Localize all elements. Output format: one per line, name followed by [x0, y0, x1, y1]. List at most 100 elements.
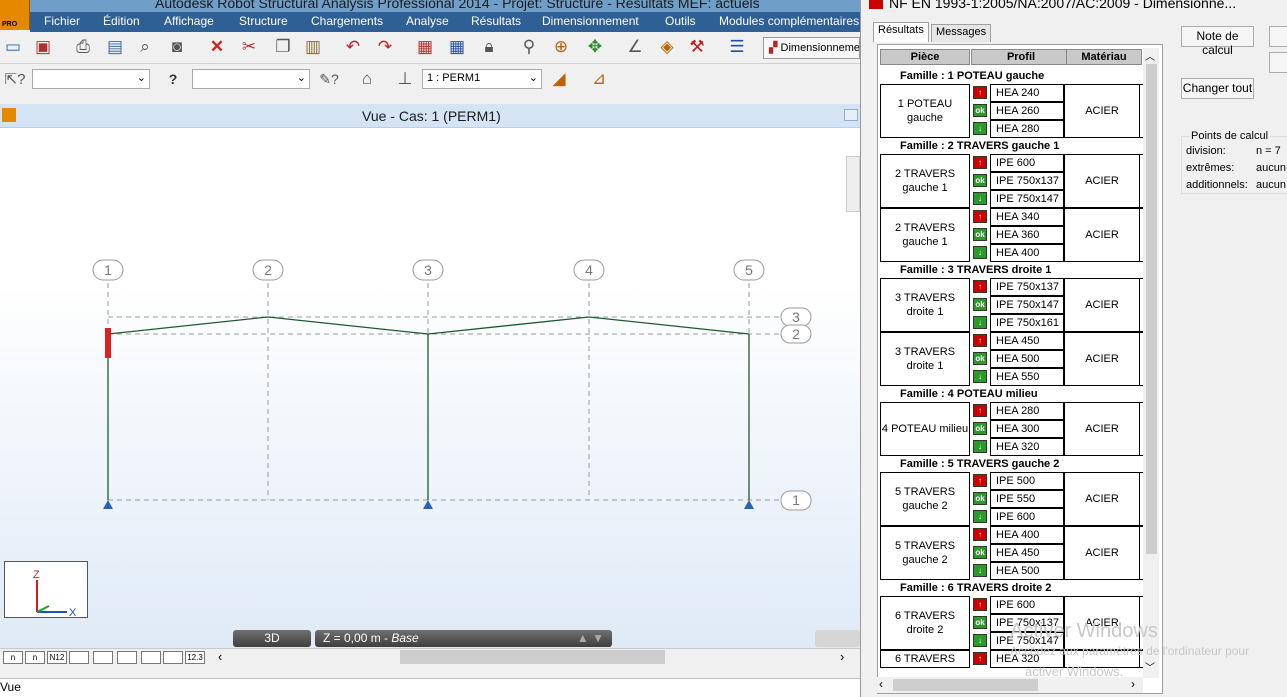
- ok-icon[interactable]: ok: [973, 422, 987, 435]
- arrow-up-icon[interactable]: ↑: [973, 404, 987, 417]
- delete-icon[interactable]: ✕: [206, 36, 228, 58]
- up-down-arrows-icon[interactable]: ▲ ▼: [577, 631, 604, 645]
- profile-cell[interactable]: IPE 750x147: [990, 190, 1064, 208]
- shapes-icon[interactable]: [163, 651, 183, 664]
- scroll-right-icon[interactable]: ›: [1131, 677, 1135, 691]
- book-icon[interactable]: ▤: [104, 36, 126, 58]
- profile-cell[interactable]: IPE 750x147: [990, 296, 1064, 314]
- piece-cell[interactable]: 1 POTEAU gauche: [880, 84, 970, 138]
- scroll-right-icon[interactable]: ›: [840, 649, 844, 664]
- robot-logo-icon[interactable]: PRO: [0, 0, 30, 30]
- table-icon[interactable]: ▦: [414, 36, 436, 58]
- arrow-up-icon[interactable]: ↑: [973, 280, 987, 293]
- print-icon[interactable]: ⎙: [72, 36, 94, 58]
- profile-cell[interactable]: HEA 360: [990, 226, 1064, 244]
- arrow-down-icon[interactable]: ↓: [973, 246, 987, 259]
- arrow-up-icon[interactable]: ↑: [973, 334, 987, 347]
- extra-button-2[interactable]: [1269, 52, 1287, 73]
- profile-cell[interactable]: HEA 500: [990, 350, 1064, 368]
- copy-icon[interactable]: ❐: [272, 36, 294, 58]
- profile-cell[interactable]: IPE 600: [990, 154, 1064, 172]
- piece-cell[interactable]: 2 TRAVERS gauche 1: [880, 154, 970, 208]
- list-icon[interactable]: ☰: [726, 36, 748, 58]
- attribute-help-icon[interactable]: ✎?: [318, 68, 340, 90]
- load-case-icon[interactable]: ⊥: [394, 68, 416, 90]
- profile-cell[interactable]: HEA 400: [990, 244, 1064, 262]
- arrow-up-icon[interactable]: ↑: [973, 652, 987, 665]
- profile-cell[interactable]: HEA 450: [990, 332, 1064, 350]
- ok-icon[interactable]: ok: [973, 616, 987, 629]
- family-header-row[interactable]: Famille : 3 TRAVERS droite 1: [880, 262, 1144, 278]
- z-level-selector[interactable]: Z = 0,00 m - Base ▲ ▼: [315, 630, 612, 647]
- selection-combo-1[interactable]: ⌄: [32, 69, 150, 89]
- note-de-calcul-button[interactable]: Note de calcul: [1181, 26, 1254, 57]
- loads-icon[interactable]: [93, 651, 113, 664]
- horizontal-scroll-thumb[interactable]: [893, 679, 1038, 691]
- arrow-down-icon[interactable]: ↓: [973, 510, 987, 523]
- supports-icon[interactable]: [69, 651, 89, 664]
- arrow-down-icon[interactable]: ↓: [973, 370, 987, 383]
- wrench-icon[interactable]: ⚒: [686, 36, 708, 58]
- profile-cell[interactable]: HEA 320: [990, 438, 1064, 456]
- view-minimize-button[interactable]: [844, 109, 858, 121]
- horizontal-scroll-thumb[interactable]: [400, 650, 665, 664]
- profile-cell[interactable]: IPE 750x161: [990, 314, 1064, 332]
- menu-edition[interactable]: Édition: [103, 14, 140, 28]
- cut-icon[interactable]: ✂: [238, 36, 260, 58]
- family-header-row[interactable]: Famille : 6 TRAVERS droite 2: [880, 580, 1144, 596]
- piece-cell[interactable]: 3 TRAVERS droite 1: [880, 332, 970, 386]
- piece-cell[interactable]: 6 TRAVERS: [880, 650, 970, 668]
- arrow-down-icon[interactable]: ↓: [973, 192, 987, 205]
- ok-icon[interactable]: ok: [973, 492, 987, 505]
- profile-cell[interactable]: IPE 550: [990, 490, 1064, 508]
- horizontal-scrollbar[interactable]: ‹ ›: [877, 677, 1143, 693]
- menu-structure[interactable]: Structure: [239, 14, 288, 28]
- tables-icon[interactable]: ▦: [446, 36, 468, 58]
- redo-icon[interactable]: ↷: [374, 36, 396, 58]
- arrow-down-icon[interactable]: ↓: [973, 634, 987, 647]
- profile-cell[interactable]: HEA 300: [990, 420, 1064, 438]
- menu-analyse[interactable]: Analyse: [406, 14, 449, 28]
- family-header-row[interactable]: Famille : 2 TRAVERS gauche 1: [880, 138, 1144, 154]
- menu-dimensionnement[interactable]: Dimensionnement: [542, 14, 639, 28]
- sections-icon[interactable]: [141, 651, 161, 664]
- header-piece[interactable]: Pièce: [880, 49, 970, 65]
- profile-cell[interactable]: HEA 240: [990, 84, 1064, 102]
- ok-icon[interactable]: ok: [973, 352, 987, 365]
- arrow-down-icon[interactable]: ↓: [973, 440, 987, 453]
- arrow-up-icon[interactable]: ↑: [973, 156, 987, 169]
- open-folder-icon[interactable]: ▭: [2, 36, 24, 58]
- ok-icon[interactable]: ok: [973, 298, 987, 311]
- lock-icon[interactable]: 🔒︎: [478, 36, 500, 58]
- menu-fichier[interactable]: Fichier: [44, 14, 80, 28]
- arrow-up-icon[interactable]: ↑: [973, 598, 987, 611]
- piece-cell[interactable]: 3 TRAVERS droite 1: [880, 278, 970, 332]
- profile-cell[interactable]: HEA 340: [990, 208, 1064, 226]
- load-case-combo[interactable]: 1 : PERM1 ⌄: [422, 69, 542, 89]
- profile-cell[interactable]: HEA 500: [990, 562, 1064, 580]
- piece-cell[interactable]: 4 POTEAU milieu: [880, 402, 970, 456]
- profile-cell[interactable]: IPE 600: [990, 596, 1064, 614]
- scroll-down-icon[interactable]: ﹀: [1145, 659, 1155, 674]
- arrow-up-icon[interactable]: ↑: [973, 86, 987, 99]
- numbering-icon[interactable]: N12: [47, 651, 67, 664]
- scroll-up-icon[interactable]: ︿: [1145, 48, 1155, 63]
- arrow-down-icon[interactable]: ↓: [973, 316, 987, 329]
- arrow-down-icon[interactable]: ↓: [973, 122, 987, 135]
- profile-cell[interactable]: HEA 280: [990, 120, 1064, 138]
- profile-cell[interactable]: HEA 450: [990, 544, 1064, 562]
- camera-icon[interactable]: ◙: [166, 36, 188, 58]
- menu-affichage[interactable]: Affichage: [164, 14, 214, 28]
- menu-chargements[interactable]: Chargements: [311, 14, 383, 28]
- zoom-icon[interactable]: ⚲: [518, 36, 540, 58]
- piece-cell[interactable]: 6 TRAVERS droite 2: [880, 596, 970, 650]
- save-icon[interactable]: ▣: [32, 36, 54, 58]
- profile-cell[interactable]: HEA 550: [990, 368, 1064, 386]
- extra-button-1[interactable]: [1269, 26, 1287, 47]
- scroll-left-icon[interactable]: ‹: [218, 649, 222, 664]
- menu-outils[interactable]: Outils: [665, 14, 696, 28]
- profile-cell[interactable]: IPE 500: [990, 472, 1064, 490]
- query-icon[interactable]: ?: [162, 68, 184, 90]
- view-side-tab[interactable]: [846, 156, 860, 212]
- releases-icon[interactable]: [117, 651, 137, 664]
